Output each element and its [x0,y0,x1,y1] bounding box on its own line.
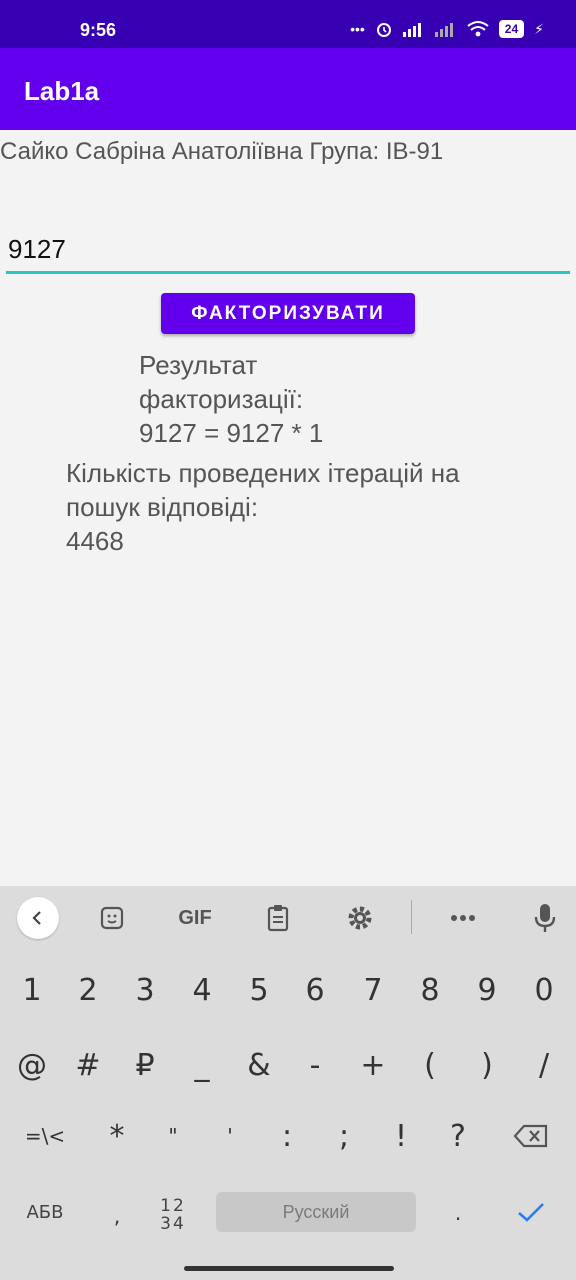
keyboard: GIF 1 2 3 4 5 6 7 8 9 0 @ # ₽ _ & - + ( … [0,886,576,1280]
navigation-handle [184,1266,394,1271]
key-numbers-toggle[interactable]: 12 34 [146,1188,200,1242]
status-bar: 9:56 ••• 24 ⚡ [0,0,576,48]
space-bar[interactable]: Русский [216,1192,416,1232]
result-value: 9127 = 9127 * 1 [139,418,324,448]
key-hash[interactable]: # [61,1038,115,1092]
toolbar-divider [411,900,412,934]
key-0[interactable]: 0 [517,963,571,1017]
status-time: 9:56 [80,20,117,40]
key-question[interactable]: ? [431,1109,485,1163]
back-icon[interactable] [17,897,59,939]
key-slash[interactable]: / [517,1038,571,1092]
app-title: Lab1a [24,76,100,106]
key-asterisk[interactable]: * [90,1109,144,1163]
key-colon[interactable]: : [260,1109,314,1163]
iterations-label: Кількість проведених ітерацій на пошук в… [66,458,460,522]
key-period[interactable]: . [431,1186,485,1240]
more-options-icon[interactable] [443,900,483,936]
settings-gear-icon[interactable] [340,900,380,936]
gif-button[interactable]: GIF [172,900,218,936]
alarm-icon [376,23,391,37]
key-semicolon[interactable]: ; [317,1109,371,1163]
author-label: Сайко Сабріна Анатоліївна Група: ІВ-91 [0,138,444,165]
number-input[interactable] [6,228,570,274]
signal-2-icon [434,23,453,37]
key-more-symbols[interactable]: =\< [18,1109,72,1163]
microphone-icon[interactable] [525,900,565,936]
battery-icon: 24 [498,20,525,38]
more-dots-icon: ••• [350,21,365,37]
key-comma[interactable]: , [90,1189,144,1243]
key-paren-open[interactable]: ( [403,1038,457,1092]
iterations-value: 4468 [66,526,124,556]
signal-icon [402,23,421,37]
key-ruble[interactable]: ₽ [118,1038,172,1092]
factorize-button[interactable]: ФАКТОРИЗУВАТИ [161,293,415,334]
checkmark-icon[interactable] [504,1185,558,1239]
status-icons: ••• 24 ⚡ [350,20,544,38]
keyboard-toolbar: GIF [0,886,576,950]
app-bar: Lab1a [0,48,576,130]
wifi-icon [467,21,489,37]
key-5[interactable]: 5 [232,963,286,1017]
key-plus[interactable]: + [346,1038,400,1092]
key-8[interactable]: 8 [403,963,457,1017]
key-1[interactable]: 1 [5,963,59,1017]
backspace-icon[interactable] [504,1109,558,1163]
key-3[interactable]: 3 [118,963,172,1017]
key-9[interactable]: 9 [460,963,514,1017]
clipboard-icon[interactable] [258,900,298,936]
key-alphabet[interactable]: АБВ [18,1185,72,1239]
key-7[interactable]: 7 [346,963,400,1017]
key-paren-close[interactable]: ) [460,1038,514,1092]
key-double-quote[interactable]: " [146,1109,200,1163]
key-underscore[interactable]: _ [175,1038,229,1092]
toggle-top-label: 12 [160,1196,186,1216]
key-2[interactable]: 2 [61,963,115,1017]
key-ampersand[interactable]: & [232,1038,286,1092]
key-6[interactable]: 6 [288,963,342,1017]
key-exclamation[interactable]: ! [374,1109,428,1163]
key-single-quote[interactable]: ' [203,1109,257,1163]
charging-icon: ⚡ [534,20,544,37]
sticker-icon[interactable] [92,900,132,936]
key-4[interactable]: 4 [175,963,229,1017]
result-label: Результат факторизації: [139,350,304,414]
key-at[interactable]: @ [5,1038,59,1092]
toggle-bottom-label: 34 [160,1214,186,1234]
key-minus[interactable]: - [288,1038,342,1092]
